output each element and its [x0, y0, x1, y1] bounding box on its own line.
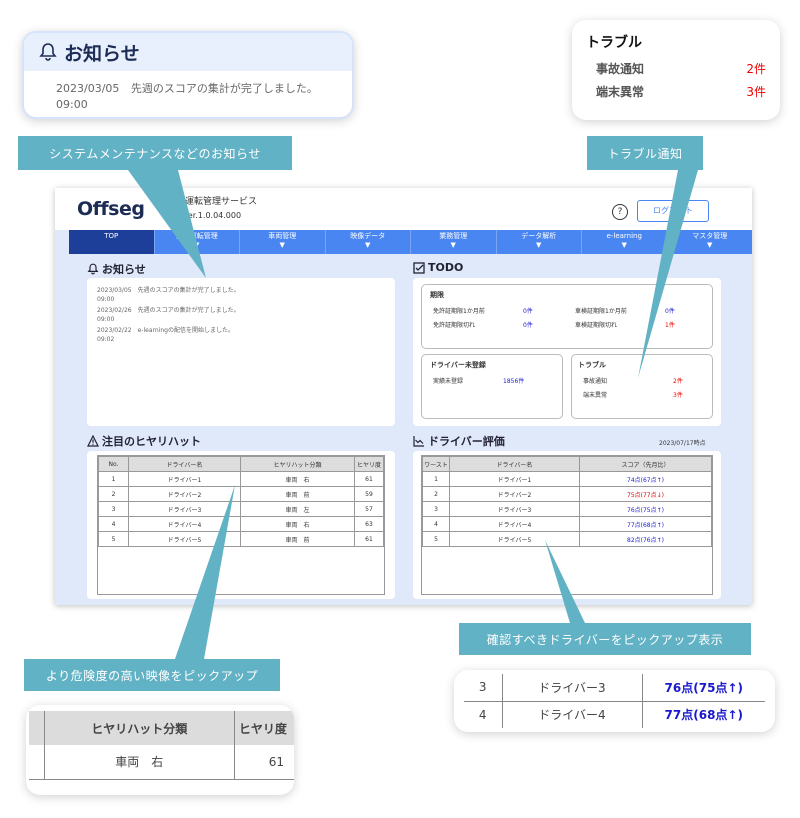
table-row[interactable]: 4 ドライバー4 車両 右 63	[98, 516, 384, 532]
driver-zoom-table: 3 ドライバー3 76点(75点↑) 4 ドライバー4 77点(68点↑)	[464, 674, 765, 728]
todo-trouble-box: トラブル 事故通知 2件 端末異常 3件	[571, 354, 713, 419]
table-row[interactable]: 3 ドライバー3 車両 左 57	[98, 501, 384, 517]
trouble-callout-value: 2件	[746, 62, 766, 76]
count-link[interactable]: 1件	[665, 320, 675, 329]
notice-item[interactable]: 2023/03/05 先週のスコアの集計が完了しました。 09:00	[97, 286, 385, 304]
notice-item[interactable]: 2023/02/22 e-learningの配信を開始しました。 09:02	[97, 326, 385, 344]
driver-eval-title: ドライバー評価	[413, 433, 505, 449]
notice-callout-time: 09:00	[56, 98, 88, 111]
table-row[interactable]: 1 ドライバー1 車両 右 61	[98, 471, 384, 487]
chevron-down-icon: ▼	[707, 241, 713, 249]
nav-safety[interactable]: 安全運転管理 ▼	[155, 230, 240, 254]
table-row[interactable]: 2 ドライバー2 75点(77点↓)	[422, 486, 712, 502]
notice-item[interactable]: 2023/02/26 先週のスコアの集計が完了しました。 09:00	[97, 306, 385, 324]
todo-title: TODO	[413, 261, 463, 274]
table-row[interactable]: 3 ドライバー3 76点(75点↑)	[464, 674, 765, 701]
todo-limit-title: 期限	[430, 291, 444, 299]
notice-callout-header: お知らせ	[24, 33, 352, 71]
hiyari-panel: No. ドライバー名 ヒヤリハット分類 ヒヤリ度 1 ドライバー1 車両 右 61 2 ドライ…	[87, 451, 395, 599]
trouble-callout-value: 3件	[746, 85, 766, 99]
notice-callout: お知らせ 2023/03/05 先週のスコアの集計が完了しました。 09:00	[22, 31, 354, 119]
count-link[interactable]: 0件	[523, 320, 575, 329]
notice-callout-date: 2023/03/05	[56, 82, 120, 95]
count-link[interactable]: 3件	[673, 390, 683, 399]
hiyari-zoom-callout: ヒヤリハット分類 ヒヤリ度 車両 右 61	[26, 705, 294, 795]
driver-eval-table: ワースト ドライバー名 スコア（先月比） 1 ドライバー1 74点(67点↑) 2 ドライ…	[422, 456, 712, 547]
app-window: Offseg 安全運転管理サービス Ver.1.0.04.000 ? ログアウト…	[55, 188, 752, 605]
trouble-callout-label: 事故通知	[596, 62, 645, 76]
driver-eval-date: 2023/07/17時点	[659, 440, 706, 447]
tag-system: システムメンテナンスなどのお知らせ	[18, 136, 292, 170]
table-row[interactable]: 1 ドライバー1 74点(67点↑)	[422, 471, 712, 487]
notice-panel: 2023/03/05 先週のスコアの集計が完了しました。 09:00 2023/0…	[87, 278, 395, 426]
service-name: 安全運転管理サービス	[167, 197, 258, 207]
trouble-callout-title: トラブル	[586, 35, 642, 51]
bell-icon	[87, 263, 99, 275]
logo: Offseg	[77, 198, 145, 220]
chevron-down-icon: ▼	[279, 241, 285, 249]
table-row[interactable]: 4 ドライバー4 77点(68点↑)	[464, 701, 765, 728]
todo-unreg-box: ドライバー未登録 実績未登録 1856件	[421, 354, 563, 419]
main-nav: TOP 安全運転管理 ▼ 車両管理 ▼ 映像データ ▼ 業務管理 ▼ データ解析 ▼ e-…	[69, 230, 752, 254]
tag-trouble: トラブル通知	[587, 136, 703, 170]
help-icon[interactable]: ?	[612, 204, 628, 220]
nav-business[interactable]: 業務管理 ▼	[411, 230, 497, 254]
notice-title: お知らせ	[87, 261, 146, 277]
nav-analysis[interactable]: データ解析 ▼	[497, 230, 582, 254]
count-link[interactable]: 0件	[665, 306, 675, 315]
hiyari-title: 注目のヒヤリハット	[87, 433, 201, 449]
nav-master[interactable]: マスタ管理 ▼	[668, 230, 753, 254]
nav-video[interactable]: 映像データ ▼	[326, 230, 411, 254]
chevron-down-icon: ▼	[536, 241, 542, 249]
line-chart-icon	[413, 436, 424, 447]
table-row[interactable]: 車両 右 61	[29, 745, 294, 779]
chevron-down-icon: ▼	[365, 241, 371, 249]
count-link[interactable]: 2件	[673, 376, 683, 385]
version: Ver.1.0.04.000	[182, 211, 242, 220]
table-row[interactable]: 5 ドライバー5 82点(76点↑)	[422, 531, 712, 547]
trouble-callout-label: 端末異常	[596, 85, 645, 99]
notice-callout-title: お知らせ	[64, 42, 140, 65]
todo-panel: 期限 免許証期限1か月前 0件 車検証期限1か月前 0件 免許証期限切れ 0件 車検証期限…	[413, 278, 721, 426]
chevron-down-icon: ▼	[621, 241, 627, 249]
trouble-callout: トラブル 事故通知 2件 端末異常 3件	[572, 20, 780, 120]
hiyari-zoom-table: ヒヤリハット分類 ヒヤリ度 車両 右 61	[29, 711, 294, 780]
todo-limit-box: 期限 免許証期限1か月前 0件 車検証期限1か月前 0件 免許証期限切れ 0件 車検証期限…	[421, 284, 713, 349]
nav-elearning[interactable]: e-learning ▼	[582, 230, 668, 254]
table-row[interactable]: 5 ドライバー5 車両 前 61	[98, 531, 384, 547]
driver-zoom-callout: 3 ドライバー3 76点(75点↑) 4 ドライバー4 77点(68点↑)	[454, 670, 775, 732]
table-row[interactable]: 2 ドライバー2 車両 前 59	[98, 486, 384, 502]
notice-callout-text: 先週のスコアの集計が完了しました。	[130, 82, 318, 95]
chevron-down-icon: ▼	[194, 241, 200, 249]
chevron-down-icon: ▼	[450, 241, 456, 249]
warning-icon	[87, 435, 99, 447]
nav-vehicle[interactable]: 車両管理 ▼	[240, 230, 326, 254]
app-header: Offseg 安全運転管理サービス Ver.1.0.04.000 ? ログアウト	[55, 188, 752, 230]
count-link[interactable]: 1856件	[503, 376, 524, 385]
tag-hiyari: より危険度の高い映像をピックアップ	[24, 659, 280, 691]
nav-top[interactable]: TOP	[69, 230, 155, 254]
driver-eval-panel: ワースト ドライバー名 スコア（先月比） 1 ドライバー1 74点(67点↑) 2 ドライ…	[413, 451, 721, 599]
bell-icon	[39, 43, 57, 61]
tag-driver: 確認すべきドライバーをピックアップ表示	[459, 623, 751, 655]
count-link[interactable]: 0件	[523, 306, 575, 315]
table-row[interactable]: 4 ドライバー4 77点(68点↑)	[422, 516, 712, 532]
hiyari-table: No. ドライバー名 ヒヤリハット分類 ヒヤリ度 1 ドライバー1 車両 右 61 2 ドライ…	[98, 456, 384, 547]
checkbox-icon	[413, 261, 425, 274]
table-row[interactable]: 3 ドライバー3 76点(75点↑)	[422, 501, 712, 517]
logout-button[interactable]: ログアウト	[637, 200, 709, 222]
